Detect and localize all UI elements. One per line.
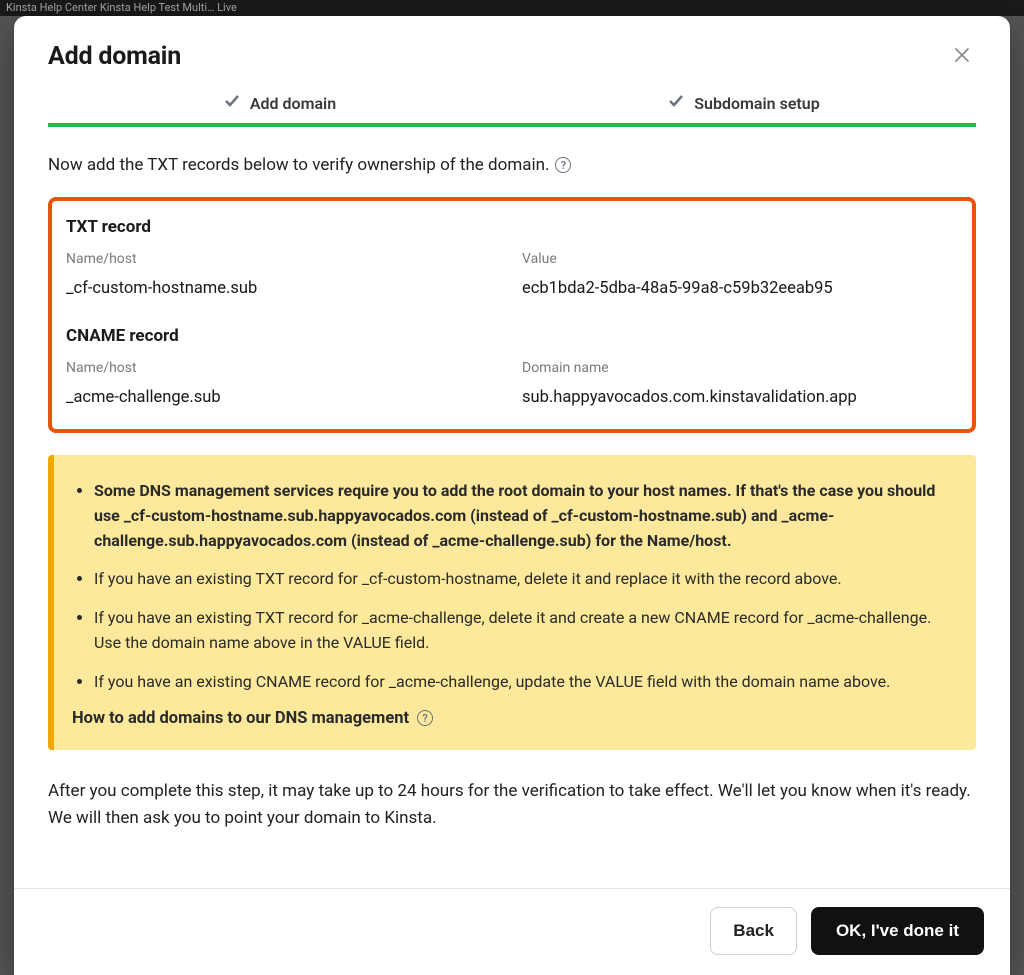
modal-header: Add domain (14, 16, 1010, 93)
txt-value-value: ecb1bda2-5dba-48a5-99a8-c59b32eeab95 (522, 279, 958, 298)
intro-text: Now add the TXT records below to verify … (48, 155, 976, 175)
help-icon: ? (417, 710, 433, 726)
intro-text-label: Now add the TXT records below to verify … (48, 155, 549, 175)
add-domain-modal: Add domain Add domain Subdomain setup (14, 16, 1010, 975)
ok-done-button[interactable]: OK, I've done it (811, 907, 984, 955)
notice-item: If you have an existing TXT record for _… (94, 567, 950, 592)
notice-item: If you have an existing CNAME record for… (94, 670, 950, 695)
browser-tab-bar: Kinsta Help Center Kinsta Help Test Mult… (0, 0, 1024, 16)
cname-record-title: CNAME record (66, 326, 958, 346)
txt-name-value: _cf-custom-hostname.sub (66, 279, 502, 298)
close-icon (955, 45, 969, 68)
modal-title: Add domain (48, 42, 181, 71)
notice-box: Some DNS management services require you… (48, 455, 976, 750)
cname-value-value: sub.happyavocados.com.kinstavalidation.a… (522, 388, 958, 407)
step-add-domain[interactable]: Add domain (48, 93, 512, 127)
modal-footer: Back OK, I've done it (14, 888, 1010, 975)
notice-text: (instead of _cf-custom-hostname.sub) and (466, 506, 781, 525)
txt-value-label: Value (522, 251, 958, 267)
step-subdomain-setup[interactable]: Subdomain setup (512, 93, 976, 127)
help-icon[interactable]: ? (555, 157, 571, 173)
modal-content: Add domain Subdomain setup Now add the T… (14, 93, 1010, 888)
cname-record-row: Name/host _acme-challenge.sub Domain nam… (66, 360, 958, 407)
step-label: Subdomain setup (694, 94, 819, 113)
check-icon (224, 93, 240, 113)
txt-name-label: Name/host (66, 251, 502, 267)
notice-text: _cf-custom-hostname.sub.happyavocados.co… (124, 506, 466, 525)
cname-value-label: Domain name (522, 360, 958, 376)
notice-text: (instead of _acme-challenge.sub) for the… (347, 531, 731, 550)
txt-record-title: TXT record (66, 217, 958, 237)
notice-item-bold: Some DNS management services require you… (94, 479, 950, 553)
close-button[interactable] (948, 43, 976, 71)
check-icon (668, 93, 684, 113)
cname-name-label: Name/host (66, 360, 502, 376)
stepper: Add domain Subdomain setup (48, 93, 976, 127)
step-label: Add domain (250, 94, 336, 113)
how-to-add-domains-link[interactable]: How to add domains to our DNS management… (64, 709, 950, 728)
back-button[interactable]: Back (710, 907, 797, 955)
txt-record-row: Name/host _cf-custom-hostname.sub Value … (66, 251, 958, 298)
notice-item: If you have an existing TXT record for _… (94, 606, 950, 656)
after-text: After you complete this step, it may tak… (48, 778, 976, 862)
notice-link-label: How to add domains to our DNS management (72, 709, 409, 728)
cname-name-value: _acme-challenge.sub (66, 388, 502, 407)
dns-records-box: TXT record Name/host _cf-custom-hostname… (48, 197, 976, 433)
